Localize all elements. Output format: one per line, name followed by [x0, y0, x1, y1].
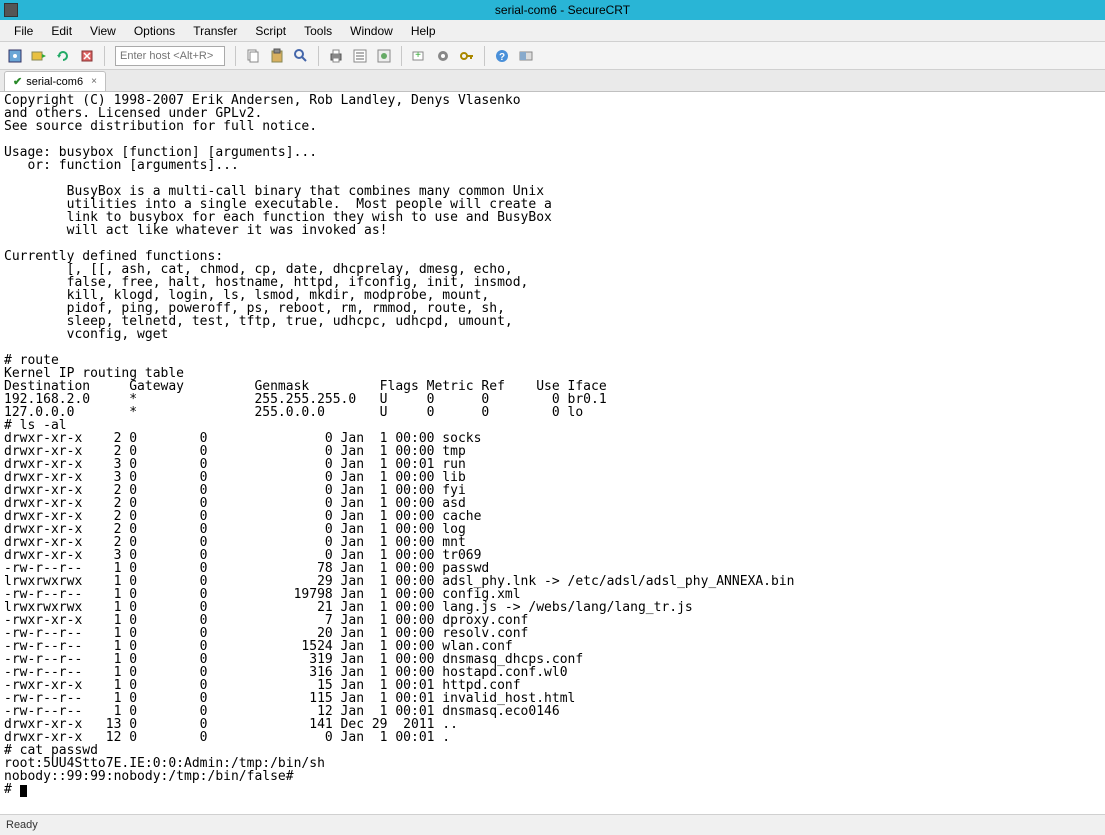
statusbar: Ready: [0, 814, 1105, 835]
menu-window[interactable]: Window: [342, 22, 401, 40]
menu-edit[interactable]: Edit: [43, 22, 80, 40]
toolbar-separator: [401, 46, 402, 66]
session-options-icon[interactable]: [373, 45, 395, 67]
menu-file[interactable]: File: [6, 22, 41, 40]
quick-connect-icon[interactable]: [28, 45, 50, 67]
host-input[interactable]: [115, 46, 225, 66]
print-icon[interactable]: [325, 45, 347, 67]
menubar: File Edit View Options Transfer Script T…: [0, 20, 1105, 42]
tab-serial-com6[interactable]: ✔ serial-com6 ×: [4, 71, 106, 91]
svg-text:?: ?: [499, 52, 505, 63]
find-icon[interactable]: [290, 45, 312, 67]
key-icon[interactable]: [456, 45, 478, 67]
cursor: [20, 785, 27, 797]
gear-icon[interactable]: [432, 45, 454, 67]
terminal-output[interactable]: Copyright (C) 1998-2007 Erik Andersen, R…: [0, 92, 1105, 814]
toolbar-separator: [235, 46, 236, 66]
close-tab-icon[interactable]: ×: [91, 76, 97, 87]
new-tab-icon[interactable]: +: [408, 45, 430, 67]
reconnect-icon[interactable]: [52, 45, 74, 67]
toolbar-separator: [484, 46, 485, 66]
toolbar: + ?: [0, 42, 1105, 70]
help-icon[interactable]: ?: [491, 45, 513, 67]
menu-options[interactable]: Options: [126, 22, 183, 40]
disconnect-icon[interactable]: [76, 45, 98, 67]
toolbar-separator: [318, 46, 319, 66]
menu-tools[interactable]: Tools: [296, 22, 340, 40]
tabbar: ✔ serial-com6 ×: [0, 70, 1105, 92]
connected-check-icon: ✔: [13, 75, 22, 88]
menu-view[interactable]: View: [82, 22, 124, 40]
paste-icon[interactable]: [266, 45, 288, 67]
menu-script[interactable]: Script: [247, 22, 294, 40]
properties-icon[interactable]: [349, 45, 371, 67]
tab-label: serial-com6: [26, 76, 83, 88]
toolbar-separator: [104, 46, 105, 66]
copy-icon[interactable]: [242, 45, 264, 67]
toggle-icon[interactable]: [515, 45, 537, 67]
window-title: serial-com6 - SecureCRT: [24, 3, 1101, 17]
status-text: Ready: [6, 819, 38, 831]
titlebar: serial-com6 - SecureCRT: [0, 0, 1105, 20]
app-icon: [4, 3, 18, 17]
svg-text:+: +: [415, 50, 421, 61]
connect-icon[interactable]: [4, 45, 26, 67]
menu-transfer[interactable]: Transfer: [185, 22, 245, 40]
menu-help[interactable]: Help: [403, 22, 444, 40]
